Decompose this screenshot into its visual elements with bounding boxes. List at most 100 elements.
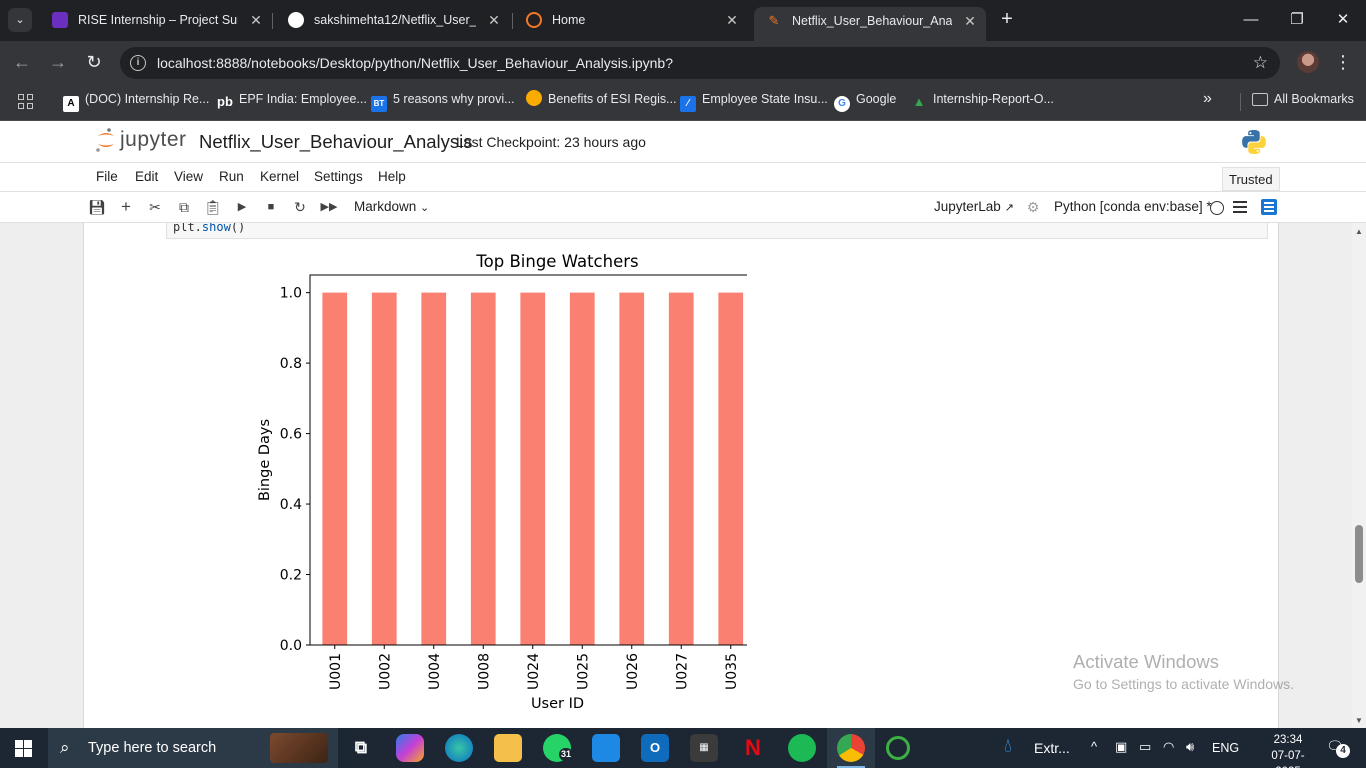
jupyter-logo-text[interactable]: jupyter xyxy=(120,128,187,152)
apps-grid-icon[interactable] xyxy=(18,94,34,110)
minimize-button[interactable]: — xyxy=(1228,0,1274,41)
menu-kernel[interactable]: Kernel xyxy=(260,169,299,184)
tab-search-button[interactable]: ⌄ xyxy=(8,8,32,32)
menu-file[interactable]: File xyxy=(96,169,118,184)
chart-bar xyxy=(619,292,645,645)
bookmark-item[interactable]: ⁄ Employee State Insu... xyxy=(680,85,828,121)
volume-icon[interactable]: 🔊︎ xyxy=(1186,739,1194,755)
close-window-button[interactable]: ✕ xyxy=(1320,0,1366,41)
menu-run[interactable]: Run xyxy=(219,169,244,184)
show-hidden-icons-icon[interactable]: ^ xyxy=(1091,739,1097,754)
search-highlight-image[interactable] xyxy=(270,733,328,763)
property-inspector-icon[interactable] xyxy=(1261,199,1277,215)
table-of-contents-icon[interactable] xyxy=(1233,201,1247,213)
restart-run-all-icon[interactable]: ▶▶ xyxy=(318,196,340,218)
taskbar-clock[interactable]: 23:34 07-07-2025 xyxy=(1262,732,1314,768)
battery-icon[interactable]: ▭ xyxy=(1139,739,1151,755)
bookmark-item[interactable]: A (DOC) Internship Re... xyxy=(63,85,209,121)
bookmark-item[interactable]: pb EPF India: Employee... xyxy=(217,85,367,121)
restart-kernel-icon[interactable]: ↻ xyxy=(289,196,311,218)
cut-icon[interactable]: ✂ xyxy=(144,196,166,218)
browser-tab[interactable]: Home ✕ xyxy=(514,0,748,41)
paste-icon[interactable]: 📋︎ xyxy=(202,196,224,218)
tab-close-icon[interactable]: ✕ xyxy=(486,0,502,41)
task-view-icon[interactable]: ⧉ xyxy=(347,734,375,762)
copy-icon[interactable]: ⧉ xyxy=(173,196,195,218)
menu-settings[interactable]: Settings xyxy=(314,169,363,184)
chrome-icon[interactable] xyxy=(837,734,865,762)
browser-tab[interactable]: sakshimehta12/Netflix_User_Be ✕ xyxy=(276,0,510,41)
scroll-up-icon[interactable]: ▲ xyxy=(1355,227,1363,236)
bookmark-item[interactable]: BT 5 reasons why provi... xyxy=(371,85,515,121)
file-explorer-icon[interactable] xyxy=(494,734,522,762)
site-info-icon[interactable]: i xyxy=(130,55,146,71)
browser-tab[interactable]: RISE Internship – Project Submi ✕ xyxy=(40,0,272,41)
code-line[interactable]: plt.show() xyxy=(173,223,245,234)
all-bookmarks-button[interactable]: All Bookmarks xyxy=(1252,85,1354,121)
scroll-down-icon[interactable]: ▼ xyxy=(1355,716,1363,725)
bookmark-item[interactable]: ▲ Internship-Report-O... xyxy=(911,85,1054,121)
address-bar[interactable]: i localhost:8888/notebooks/Desktop/pytho… xyxy=(120,47,1280,79)
calendar-app-icon[interactable]: ▦ xyxy=(690,734,718,762)
trusted-indicator[interactable]: Trusted xyxy=(1222,167,1280,191)
x-tick-label: U008 xyxy=(476,653,492,690)
bookmark-item[interactable]: G Google xyxy=(834,85,896,121)
new-tab-button[interactable]: + xyxy=(996,8,1018,32)
menu-edit[interactable]: Edit xyxy=(135,169,158,184)
menu-help[interactable]: Help xyxy=(378,169,406,184)
bookmark-item[interactable]: Benefits of ESI Regis... xyxy=(526,85,677,121)
water-drop-icon[interactable]: 💧︎ xyxy=(1004,735,1012,758)
wifi-icon[interactable]: ◠ xyxy=(1163,739,1174,755)
windows-start-icon[interactable] xyxy=(15,740,32,757)
netflix-icon[interactable]: N xyxy=(739,734,767,762)
menu-view[interactable]: View xyxy=(174,169,203,184)
jupyter-header: jupyter Netflix_User_Behaviour_Analysis … xyxy=(0,121,1366,162)
jupyterlab-link[interactable]: JupyterLab ↗ xyxy=(934,199,1014,214)
chart-bar xyxy=(470,292,496,645)
cell-type-select[interactable]: Markdown ⌄ xyxy=(354,199,429,214)
tab-close-icon[interactable]: ✕ xyxy=(248,0,264,41)
tab-divider xyxy=(272,13,273,29)
add-cell-icon[interactable]: + xyxy=(115,196,137,218)
copilot-icon[interactable] xyxy=(396,734,424,762)
tab-close-icon[interactable]: ✕ xyxy=(724,0,740,41)
bookmark-label: Employee State Insu... xyxy=(702,92,828,106)
taskbar-search[interactable]: ⌕ Type here to search xyxy=(48,728,338,768)
reload-button[interactable]: ↻ xyxy=(82,51,106,75)
whatsapp-icon[interactable]: 31 xyxy=(543,734,574,762)
meet-now-icon[interactable]: ▣ xyxy=(1115,739,1127,755)
notification-center-icon[interactable]: 🗨︎ 4 xyxy=(1326,738,1350,758)
bookmark-star-icon[interactable]: ☆ xyxy=(1253,47,1268,79)
page-scrollbar[interactable]: ▲ ▼ xyxy=(1352,223,1366,728)
jupyter-logo-icon[interactable] xyxy=(95,127,117,153)
spotify-icon[interactable] xyxy=(788,734,816,762)
outlook-icon[interactable]: O xyxy=(641,734,669,762)
microsoft-store-icon[interactable] xyxy=(592,734,620,762)
save-icon[interactable]: 💾︎ xyxy=(86,196,108,218)
browser-menu-icon[interactable]: ⋮ xyxy=(1334,49,1352,75)
scrollbar-thumb[interactable] xyxy=(1355,525,1363,583)
notebook-title[interactable]: Netflix_User_Behaviour_Analysis xyxy=(199,131,473,153)
browser-tab-active[interactable]: ✎ Netflix_User_Behaviour_Analysis ✕ xyxy=(754,7,986,41)
bookmarks-overflow-icon[interactable]: » xyxy=(1203,85,1212,113)
run-cell-icon[interactable]: ▶ xyxy=(231,196,253,218)
edge-icon[interactable] xyxy=(445,734,473,762)
interrupt-kernel-icon[interactable]: ■ xyxy=(260,196,282,218)
forward-button[interactable]: → xyxy=(46,51,70,75)
python-logo-icon xyxy=(1242,130,1266,154)
code-cell[interactable]: plt.show() xyxy=(166,223,1268,239)
language-indicator[interactable]: ENG xyxy=(1212,741,1239,755)
tab-title: Home xyxy=(552,13,586,27)
url-text[interactable]: localhost:8888/notebooks/Desktop/python/… xyxy=(157,47,673,79)
profile-avatar[interactable] xyxy=(1297,51,1319,73)
kernel-name[interactable]: Python [conda env:base] * xyxy=(1054,199,1212,214)
tray-app-label[interactable]: Extr... xyxy=(1034,740,1070,756)
tab-close-icon[interactable]: ✕ xyxy=(962,7,978,35)
search-placeholder[interactable]: Type here to search xyxy=(88,740,216,756)
whatsapp-badge: 31 xyxy=(559,748,574,761)
browser-tab-bar: ⌄ RISE Internship – Project Submi ✕ saks… xyxy=(0,0,1366,41)
restore-button[interactable]: ❐ xyxy=(1274,0,1320,41)
gear-icon[interactable]: ⚙ xyxy=(1022,196,1044,218)
jupyter-app-icon[interactable] xyxy=(886,736,910,760)
back-button[interactable]: ← xyxy=(10,51,34,75)
